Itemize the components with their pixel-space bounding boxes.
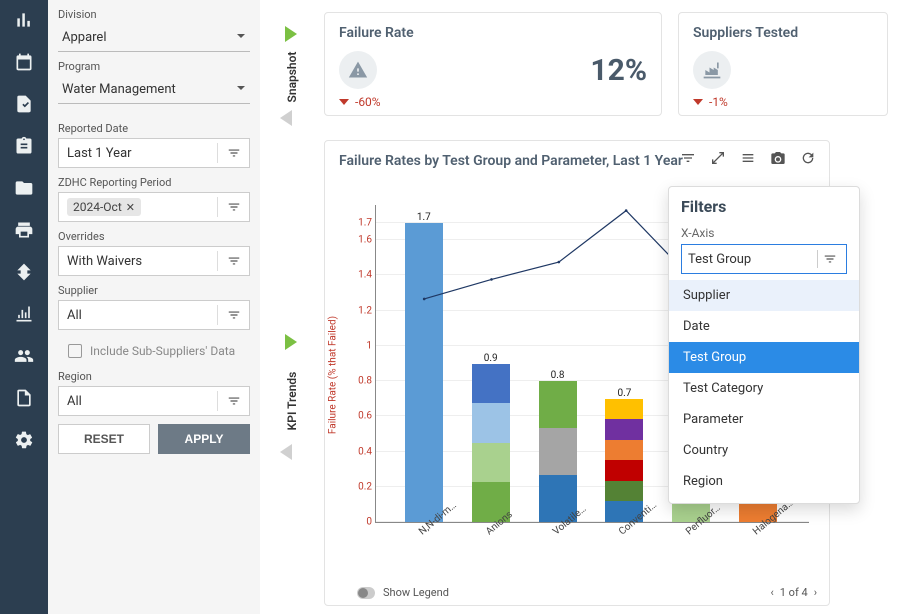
nav-settings-icon[interactable]: [12, 428, 36, 452]
region-select[interactable]: All: [58, 386, 250, 416]
supplier-label: Supplier: [58, 284, 250, 297]
nav-document-check-icon[interactable]: [12, 92, 36, 116]
nav-tree-icon[interactable]: [12, 260, 36, 284]
xaxis-option[interactable]: Parameter: [669, 404, 859, 435]
division-label: Division: [58, 8, 250, 21]
nav-folder-icon[interactable]: [12, 176, 36, 200]
filter-icon[interactable]: [224, 143, 244, 163]
overrides-label: Overrides: [58, 230, 250, 243]
reported-date-label: Reported Date: [58, 122, 250, 135]
factory-icon: [693, 51, 731, 89]
supplier-select[interactable]: All: [58, 300, 250, 330]
filter-icon[interactable]: [679, 149, 697, 167]
region-label: Region: [58, 370, 250, 383]
chart-toolbar: [679, 149, 817, 167]
checkbox-icon: [68, 344, 82, 358]
xaxis-option[interactable]: Date: [669, 311, 859, 342]
y-axis-label: Failure Rate (% that Failed): [328, 316, 339, 434]
filter-icon[interactable]: [820, 249, 840, 269]
reset-button[interactable]: RESET: [58, 424, 150, 454]
xaxis-select[interactable]: Test Group: [681, 244, 847, 274]
xaxis-option[interactable]: Test Category: [669, 373, 859, 404]
xaxis-option[interactable]: Region: [669, 466, 859, 497]
kpi-failure-rate: Failure Rate 12% -60%: [324, 12, 662, 116]
filters-panel: Division Apparel Program Water Managemen…: [48, 0, 260, 614]
reported-date-select[interactable]: Last 1 Year: [58, 138, 250, 168]
list-icon[interactable]: [739, 149, 757, 167]
xaxis-option[interactable]: Country: [669, 435, 859, 466]
nav-print-icon[interactable]: [12, 218, 36, 242]
kpi-value: 12%: [590, 53, 647, 88]
pager-prev-icon[interactable]: ‹: [770, 586, 773, 599]
nav-people-icon[interactable]: [12, 344, 36, 368]
program-select[interactable]: Water Management: [58, 76, 250, 104]
expand-icon[interactable]: [709, 149, 727, 167]
filter-icon[interactable]: [224, 391, 244, 411]
tab-snapshot[interactable]: Snapshot: [285, 52, 299, 103]
section-tabs: Snapshot KPI Trends: [272, 0, 312, 614]
xaxis-option[interactable]: Supplier: [669, 280, 859, 311]
nav-analytics-icon[interactable]: [12, 8, 36, 32]
camera-icon[interactable]: [769, 149, 787, 167]
pager-next-icon[interactable]: ›: [814, 586, 817, 599]
snapshot-arrow-icon[interactable]: [285, 26, 297, 42]
prev-section-arrow-icon[interactable]: [280, 110, 292, 126]
prev-kpi-arrow-icon[interactable]: [280, 444, 292, 460]
close-icon[interactable]: ✕: [126, 201, 135, 214]
legend-toggle[interactable]: Show Legend: [357, 586, 449, 599]
kpi-arrow-icon[interactable]: [285, 334, 297, 350]
filter-icon[interactable]: [224, 305, 244, 325]
zdhc-select[interactable]: 2024-Oct✕: [58, 192, 250, 222]
nav-report-icon[interactable]: [12, 386, 36, 410]
division-select[interactable]: Apparel: [58, 24, 250, 52]
chart-pager: ‹ 1 of 4 ›: [770, 586, 817, 599]
xaxis-option[interactable]: Test Group: [669, 342, 859, 373]
apply-button[interactable]: APPLY: [158, 424, 250, 454]
kpi-delta: -60%: [339, 95, 647, 109]
refresh-icon[interactable]: [799, 149, 817, 167]
kpi-delta: -1%: [693, 95, 873, 109]
zdhc-label: ZDHC Reporting Period: [58, 176, 250, 189]
program-label: Program: [58, 60, 250, 73]
tab-kpi-trends[interactable]: KPI Trends: [285, 372, 299, 431]
nav-calendar-icon[interactable]: [12, 50, 36, 74]
kpi-suppliers-tested: Suppliers Tested -1%: [678, 12, 888, 116]
include-subsuppliers-checkbox[interactable]: Include Sub-Suppliers' Data: [58, 338, 250, 370]
filters-popover: Filters X-Axis Test Group SupplierDateTe…: [668, 186, 860, 504]
nav-rail: [0, 0, 48, 614]
xaxis-label: X-Axis: [681, 226, 847, 240]
zdhc-chip[interactable]: 2024-Oct✕: [67, 198, 141, 216]
popover-title: Filters: [681, 197, 847, 216]
nav-building-icon[interactable]: [12, 302, 36, 326]
kpi-title: Suppliers Tested: [693, 25, 873, 41]
overrides-select[interactable]: With Waivers: [58, 246, 250, 276]
kpi-title: Failure Rate: [339, 25, 647, 41]
warning-icon: [339, 51, 377, 89]
nav-clipboard-icon[interactable]: [12, 134, 36, 158]
filter-icon[interactable]: [224, 197, 244, 217]
filter-icon[interactable]: [224, 251, 244, 271]
